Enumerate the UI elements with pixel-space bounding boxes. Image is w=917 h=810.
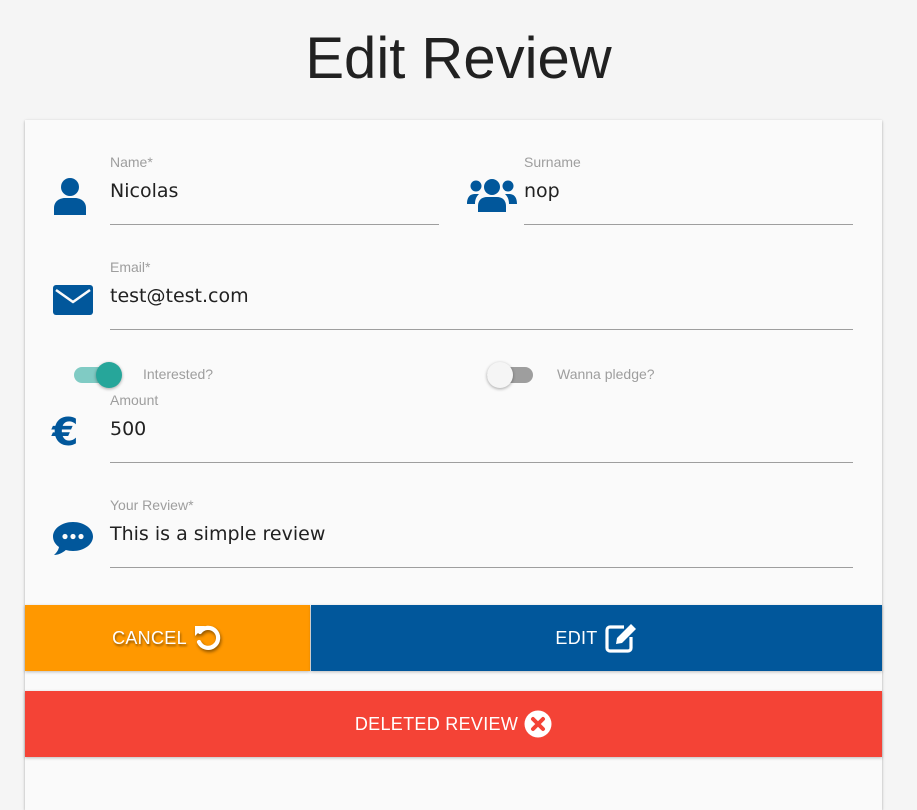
undo-icon — [194, 625, 221, 650]
email-underline — [110, 329, 853, 330]
delete-review-button[interactable]: DELETED REVIEW — [25, 691, 882, 757]
amount-underline — [110, 462, 853, 463]
envelope-icon — [53, 285, 93, 315]
edit-button-label: EDIT — [555, 627, 598, 648]
comment-icon — [53, 522, 93, 555]
pledge-toggle-knob — [487, 362, 513, 388]
name-field[interactable]: Name* Nicolas — [110, 154, 439, 225]
amount-field[interactable]: Amount 500 — [110, 392, 853, 463]
name-underline — [110, 224, 439, 225]
surname-input[interactable]: nop — [524, 180, 560, 202]
surname-field[interactable]: Surname nop — [524, 154, 853, 225]
surname-label: Surname — [524, 154, 581, 170]
name-label: Name* — [110, 154, 153, 170]
name-input[interactable]: Nicolas — [110, 180, 178, 202]
cancel-button[interactable]: CANCEL — [25, 605, 310, 671]
pledge-toggle[interactable] — [487, 362, 535, 388]
delete-review-button-label: DELETED REVIEW — [354, 713, 519, 734]
surname-underline — [524, 224, 853, 225]
close-circle-icon — [524, 710, 552, 738]
interested-toggle[interactable] — [74, 362, 122, 388]
interested-label: Interested? — [143, 366, 214, 382]
page-title: Edit Review — [305, 26, 612, 91]
email-label: Email* — [110, 259, 151, 275]
person-icon — [54, 178, 86, 215]
cancel-button-label: CANCEL — [112, 627, 187, 648]
euro-icon: € — [52, 410, 79, 454]
review-underline — [110, 567, 853, 568]
email-input[interactable]: test@test.com — [110, 285, 249, 307]
email-field[interactable]: Email* test@test.com — [110, 259, 853, 330]
review-field[interactable]: Your Review* This is a simple review — [110, 497, 853, 568]
amount-label: Amount — [110, 392, 159, 408]
edit-icon — [604, 624, 636, 653]
pledge-label: Wanna pledge? — [557, 366, 655, 382]
review-input[interactable]: This is a simple review — [110, 523, 325, 545]
edit-button[interactable]: EDIT — [311, 605, 882, 671]
amount-input[interactable]: 500 — [110, 418, 146, 440]
review-label: Your Review* — [110, 497, 194, 513]
users-icon — [467, 179, 517, 212]
interested-toggle-knob — [96, 362, 122, 388]
review-form-card: Name* Nicolas Surname nop Email* test@te… — [25, 120, 882, 810]
